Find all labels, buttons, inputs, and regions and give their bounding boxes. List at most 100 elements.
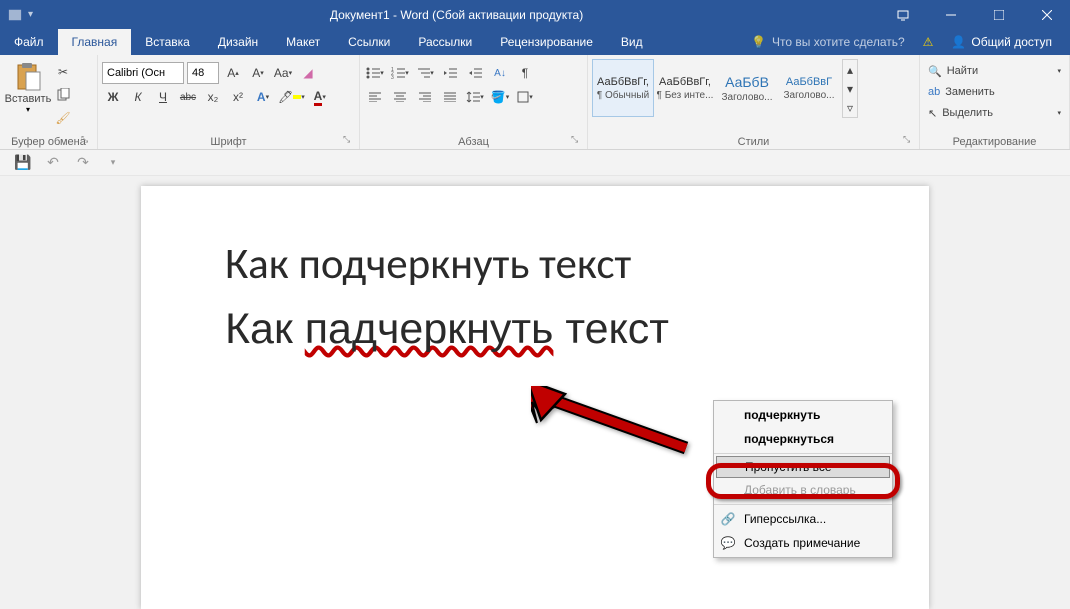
editing-group-label: Редактирование xyxy=(920,136,1069,148)
lightbulb-icon: 💡 xyxy=(751,35,766,49)
document-page[interactable]: Как подчеркнуть текст Как падчеркнуть те… xyxy=(141,186,929,609)
tell-me-search[interactable]: 💡 Что вы хотите сделать? xyxy=(751,35,905,49)
suggestion-1[interactable]: подчеркнуть xyxy=(714,403,892,427)
styles-scroll-down[interactable]: ▾ xyxy=(843,79,857,98)
paste-button[interactable]: Вставить ▾ xyxy=(4,57,52,129)
tab-layout[interactable]: Макет xyxy=(272,29,334,55)
bullets-button[interactable]: ▾ xyxy=(364,62,386,84)
close-button[interactable] xyxy=(1024,0,1070,29)
font-dialog-launcher[interactable]: ⤡ xyxy=(343,134,355,146)
tab-file[interactable]: Файл xyxy=(0,29,58,55)
style-name: Заголово... xyxy=(722,92,773,103)
italic-button[interactable]: К xyxy=(127,86,149,108)
title-bar: ▾ Документ1 - Word (Сбой активации проду… xyxy=(0,0,1070,29)
subscript-button[interactable]: x₂ xyxy=(202,86,224,108)
style-preview: АаБбВвГг, xyxy=(659,76,711,88)
numbering-button[interactable]: 123▾ xyxy=(389,62,411,84)
border-icon xyxy=(517,91,529,103)
find-button[interactable]: 🔍Найти▾ xyxy=(924,61,1065,81)
font-size-combo[interactable]: 48 xyxy=(187,62,219,84)
styles-more[interactable]: ▿ xyxy=(843,98,857,117)
styles-dialog-launcher[interactable]: ⤡ xyxy=(903,134,915,146)
minimize-button[interactable] xyxy=(928,0,974,29)
copy-button[interactable] xyxy=(52,84,74,106)
show-marks-button[interactable]: ¶ xyxy=(514,62,536,84)
misspelled-word[interactable]: падчеркнуть xyxy=(305,305,554,353)
highlight-button[interactable]: 🖊▾ xyxy=(277,86,306,108)
save-icon: 💾 xyxy=(14,154,31,171)
select-label: Выделить xyxy=(942,107,993,119)
ribbon-display-options[interactable] xyxy=(880,0,926,29)
styles-scroll-up[interactable]: ▴ xyxy=(843,60,857,79)
cut-button[interactable]: ✂ xyxy=(52,61,74,83)
link-icon: 🔗 xyxy=(720,512,736,526)
font-name-combo[interactable]: Calibri (Осн xyxy=(102,62,184,84)
paste-label: Вставить xyxy=(5,93,52,105)
select-button[interactable]: ↖Выделить▾ xyxy=(924,103,1065,123)
tab-insert[interactable]: Вставка xyxy=(131,29,204,55)
replace-label: Заменить xyxy=(945,86,994,98)
save-button[interactable]: 💾 xyxy=(14,154,32,172)
underline-button[interactable]: Ч xyxy=(152,86,174,108)
style-heading1[interactable]: АаБбВ Заголово... xyxy=(716,59,778,117)
tell-me-label: Что вы хотите сделать? xyxy=(772,35,905,49)
customize-qa[interactable]: ▾ xyxy=(104,154,122,172)
undo-button[interactable]: ↶ xyxy=(44,154,62,172)
spelling-context-menu: подчеркнуть подчеркнуться Пропустить все… xyxy=(713,400,893,558)
tab-review[interactable]: Рецензирование xyxy=(486,29,607,55)
tab-design[interactable]: Дизайн xyxy=(204,29,272,55)
shading-button[interactable]: 🪣▾ xyxy=(489,86,511,108)
ignore-all-item[interactable]: Пропустить все xyxy=(716,456,890,478)
maximize-button[interactable] xyxy=(976,0,1022,29)
find-label: Найти xyxy=(947,65,978,77)
style-normal[interactable]: АаБбВвГг, ¶ Обычный xyxy=(592,59,654,117)
sort-button[interactable]: A↓ xyxy=(489,62,511,84)
style-heading2[interactable]: АаБбВвГ Заголово... xyxy=(778,59,840,117)
new-comment-item[interactable]: 💬Создать примечание xyxy=(714,531,892,555)
bold-button[interactable]: Ж xyxy=(102,86,124,108)
scissors-icon: ✂ xyxy=(58,65,68,79)
line-spacing-button[interactable]: ▾ xyxy=(464,86,486,108)
align-left-button[interactable] xyxy=(364,86,386,108)
increase-font-button[interactable]: A▴ xyxy=(222,62,244,84)
superscript-button[interactable]: x² xyxy=(227,86,249,108)
ribbon-group-editing: 🔍Найти▾ abЗаменить ↖Выделить▾ Редактиров… xyxy=(920,55,1070,149)
align-center-button[interactable] xyxy=(389,86,411,108)
tab-references[interactable]: Ссылки xyxy=(334,29,404,55)
decrease-font-button[interactable]: A▾ xyxy=(247,62,269,84)
style-no-spacing[interactable]: АаБбВвГг, ¶ Без инте... xyxy=(654,59,716,117)
justify-button[interactable] xyxy=(439,86,461,108)
multilevel-icon xyxy=(416,67,430,79)
style-preview: АаБбВ xyxy=(725,74,769,90)
hyperlink-item[interactable]: 🔗Гиперссылка... xyxy=(714,507,892,531)
word-icon xyxy=(8,8,22,22)
paragraph-dialog-launcher[interactable]: ⤡ xyxy=(571,134,583,146)
quick-access-dropdown[interactable]: ▾ xyxy=(28,9,33,20)
share-button[interactable]: 👤 Общий доступ xyxy=(951,35,1052,49)
menu-separator xyxy=(714,453,892,454)
document-line-2[interactable]: Как падчеркнуть текст xyxy=(225,297,845,362)
quick-access-bar: 💾 ↶ ↷ ▾ xyxy=(0,150,1070,176)
increase-indent-button[interactable] xyxy=(464,62,486,84)
clipboard-dialog-launcher[interactable]: ⤡ xyxy=(81,134,93,146)
decrease-indent-button[interactable] xyxy=(439,62,461,84)
strikethrough-button[interactable]: abc xyxy=(177,86,199,108)
clear-formatting-button[interactable]: ◢ xyxy=(297,62,319,84)
change-case-button[interactable]: Aa▾ xyxy=(272,62,294,84)
text-effects-button[interactable]: A▾ xyxy=(252,86,274,108)
warning-icon[interactable]: ⚠ xyxy=(923,35,934,49)
tab-home[interactable]: Главная xyxy=(58,29,132,55)
format-painter-button[interactable]: 🖌 xyxy=(52,107,74,129)
redo-button[interactable]: ↷ xyxy=(74,154,92,172)
suggestion-2[interactable]: подчеркнуться xyxy=(714,427,892,451)
tab-view[interactable]: Вид xyxy=(607,29,657,55)
replace-button[interactable]: abЗаменить xyxy=(924,82,1065,102)
borders-button[interactable]: ▾ xyxy=(514,86,536,108)
document-line-1[interactable]: Как подчеркнуть текст xyxy=(225,232,845,297)
multilevel-list-button[interactable]: ▾ xyxy=(414,62,436,84)
justify-icon xyxy=(444,92,456,102)
tab-mailings[interactable]: Рассылки xyxy=(404,29,486,55)
ribbon-group-clipboard: Вставить ▾ ✂ 🖌 Буфер обмена ⤡ xyxy=(0,55,98,149)
font-color-button[interactable]: A▾ xyxy=(309,86,331,108)
align-right-button[interactable] xyxy=(414,86,436,108)
